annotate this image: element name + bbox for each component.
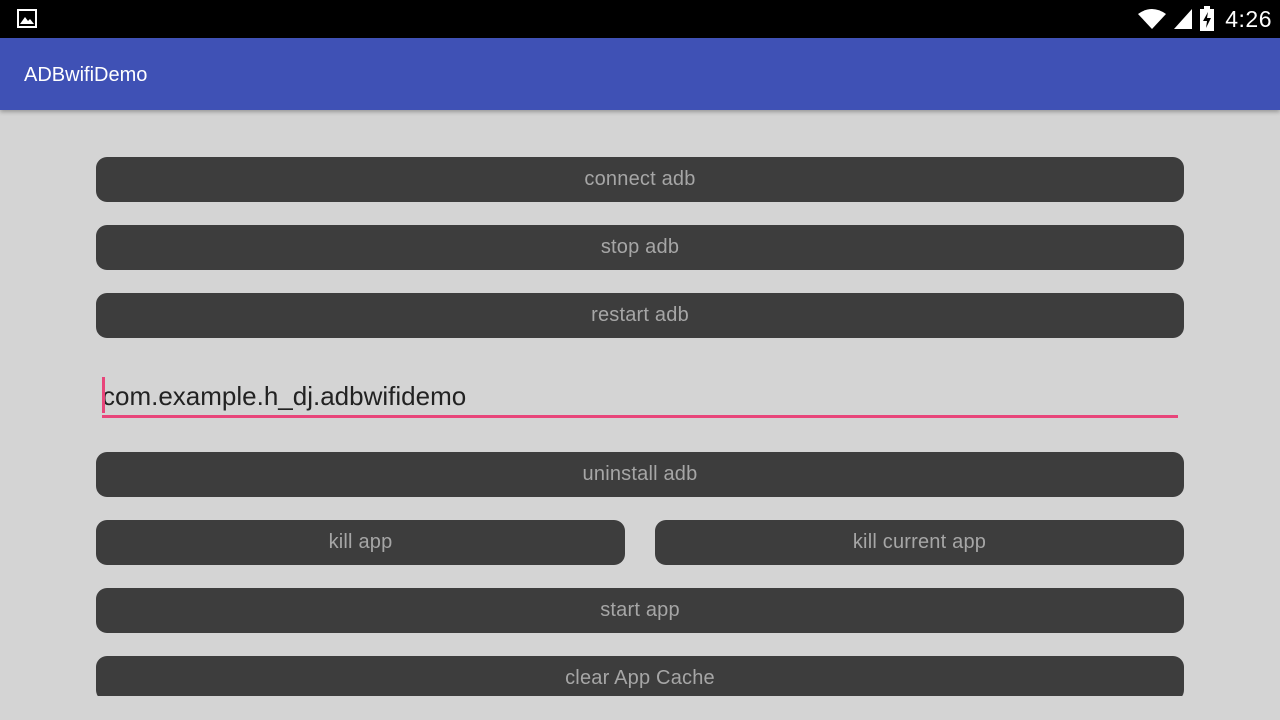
connect-adb-button[interactable]: connect adb	[96, 157, 1184, 202]
input-underline	[102, 415, 1178, 418]
kill-current-app-button[interactable]: kill current app	[655, 520, 1184, 565]
battery-charging-icon	[1200, 6, 1215, 31]
package-name-value[interactable]: com.example.h_dj.adbwifidemo	[102, 374, 466, 416]
stop-adb-button[interactable]: stop adb	[96, 225, 1184, 270]
app-title: ADBwifiDemo	[24, 64, 148, 86]
scroll-clip	[0, 696, 1280, 720]
start-app-button[interactable]: start app	[96, 588, 1184, 633]
app-bar: ADBwifiDemo	[0, 38, 1280, 110]
package-name-field[interactable]: com.example.h_dj.adbwifidemo	[102, 374, 1178, 420]
image-icon	[17, 9, 37, 28]
kill-app-button[interactable]: kill app	[96, 520, 625, 565]
status-icons: 4:26	[1137, 0, 1272, 38]
restart-adb-button[interactable]: restart adb	[96, 293, 1184, 338]
signal-icon	[1174, 9, 1193, 29]
text-cursor	[102, 377, 105, 413]
wifi-icon	[1138, 9, 1167, 29]
uninstall-adb-button[interactable]: uninstall adb	[96, 452, 1184, 497]
status-time: 4:26	[1225, 5, 1272, 32]
clear-app-cache-button[interactable]: clear App Cache	[96, 656, 1184, 701]
status-bar: 4:26	[0, 0, 1280, 38]
